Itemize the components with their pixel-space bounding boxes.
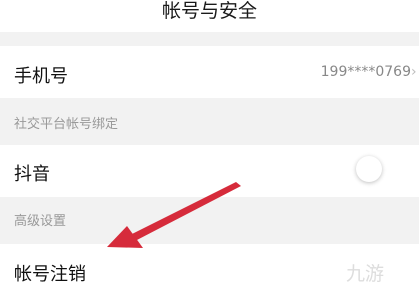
toggle-knob [356,156,382,182]
account-security-screen: 帐号与安全 手机号 199****0769 › 社交平台帐号绑定 抖音 高级设置… [0,0,419,292]
watermark-logo: 九游 [346,263,385,285]
social-section-label: 社交平台帐号绑定 [14,117,119,132]
page-title: 帐号与安全 [161,0,257,22]
phone-row[interactable]: 手机号 199****0769 › [0,46,419,98]
phone-value: 199****0769 [320,64,411,80]
douyin-toggle[interactable] [346,153,404,185]
douyin-label: 抖音 [14,164,50,185]
chevron-right-icon: › [411,64,417,80]
account-cancellation-label: 帐号注销 [14,264,86,285]
advanced-settings-section: 高级设置 [0,202,419,236]
advanced-section-label: 高级设置 [14,214,67,229]
header: 帐号与安全 [0,0,419,32]
social-bindings-section: 社交平台帐号绑定 [0,104,419,138]
phone-label: 手机号 [14,66,68,87]
